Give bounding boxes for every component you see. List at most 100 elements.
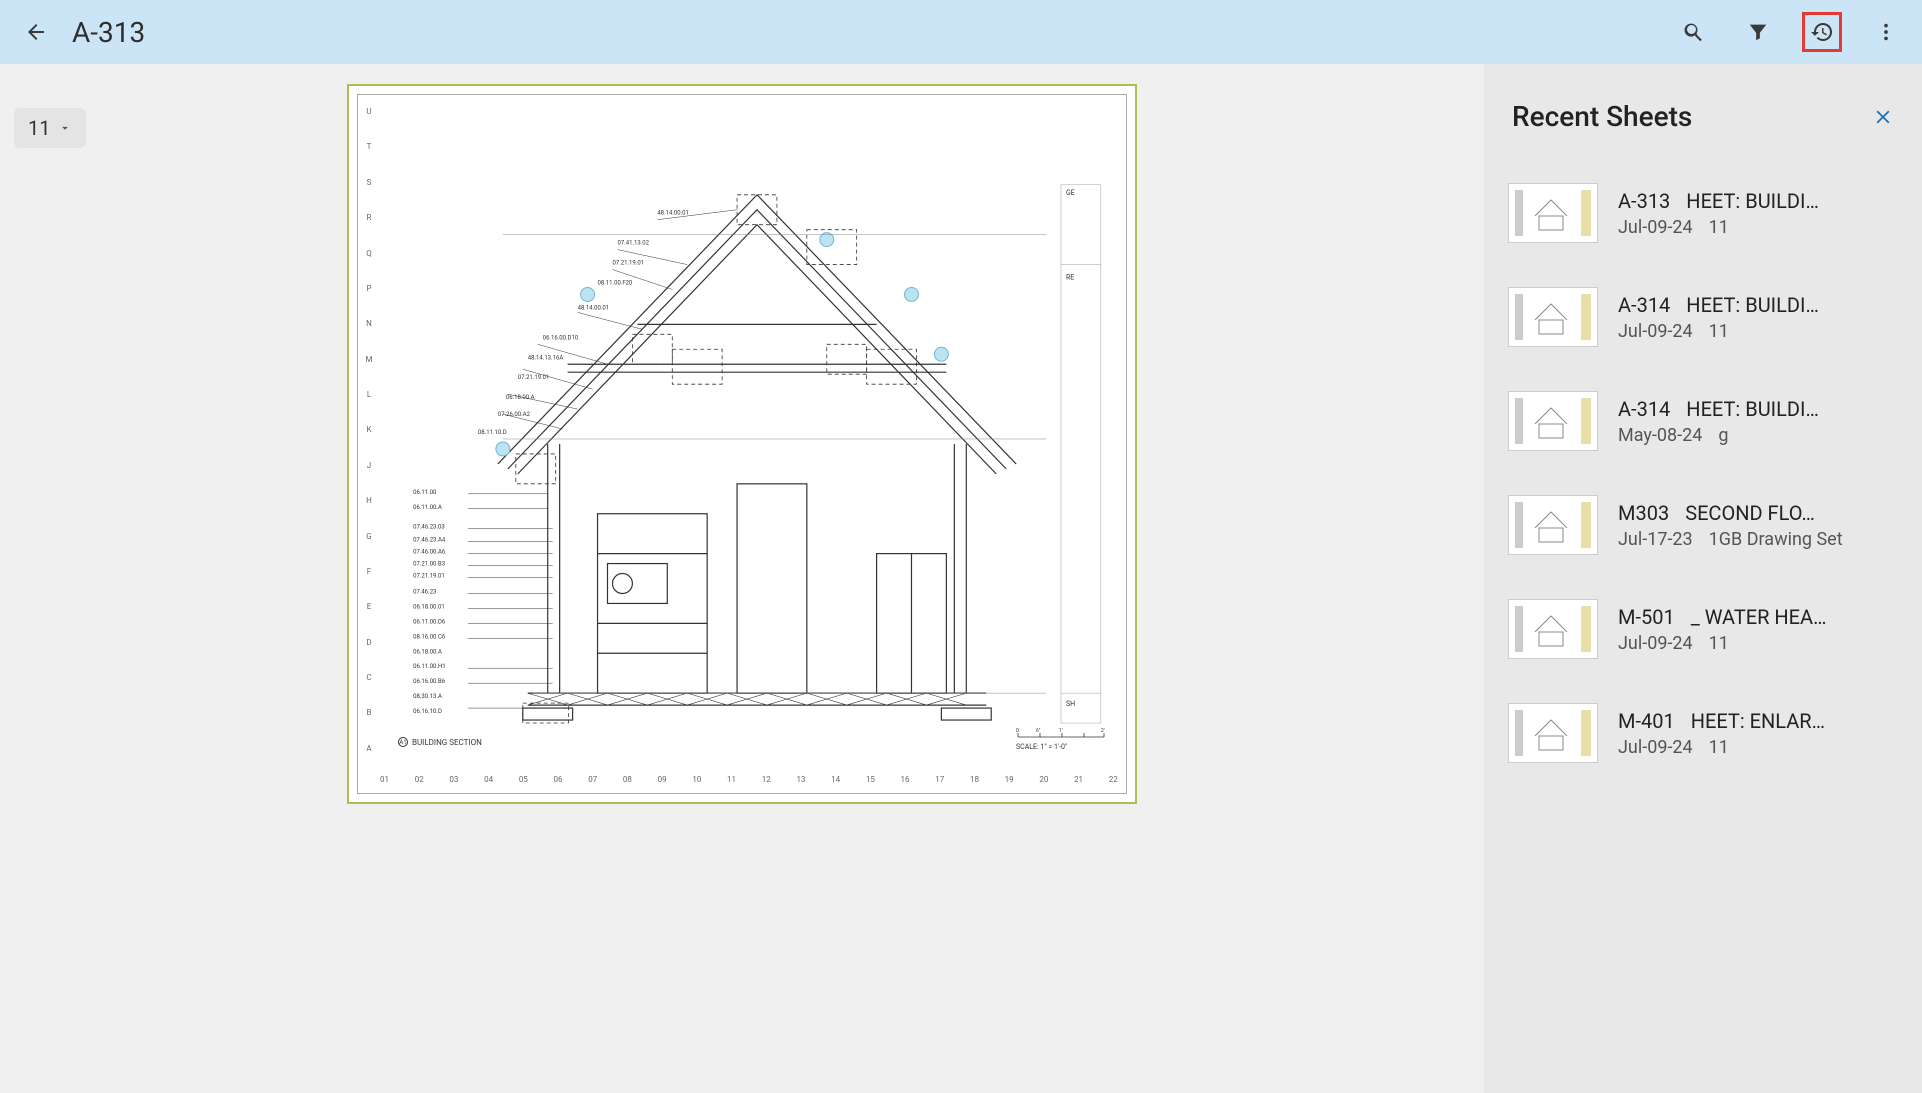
col-label: 15 xyxy=(866,775,875,789)
recent-item[interactable]: A-314HEET: BUILDI…Jul-09-2411 xyxy=(1500,265,1906,369)
sheet-name: HEET: BUILDI… xyxy=(1686,293,1819,317)
row-label: S xyxy=(362,178,376,187)
history-button[interactable] xyxy=(1802,12,1842,52)
page-title: A-313 xyxy=(72,16,1674,49)
col-label: 19 xyxy=(1005,775,1014,789)
sheet-date: Jul-09-24 xyxy=(1618,737,1693,758)
col-grid-labels: 0102030405060708091011121314151617181920… xyxy=(380,775,1118,789)
recent-item[interactable]: A-313HEET: BUILDI…Jul-09-2411 xyxy=(1500,161,1906,265)
right-tag: RE xyxy=(1066,274,1074,282)
row-label: U xyxy=(362,107,376,116)
col-label: 03 xyxy=(449,775,458,789)
recent-item[interactable]: M-501_ WATER HEA…Jul-09-2411 xyxy=(1500,577,1906,681)
col-label: 09 xyxy=(658,775,667,789)
drawing-canvas[interactable]: UTSRQPNMLKJHGFEDCBA 01020304050607080910… xyxy=(0,64,1484,1093)
col-label: 08 xyxy=(623,775,632,789)
row-label: N xyxy=(362,319,376,328)
recent-title: Recent Sheets xyxy=(1512,100,1692,133)
col-label: 11 xyxy=(727,775,736,789)
sheet-code: M-501 xyxy=(1618,605,1675,629)
recent-meta: M303SECOND FLO…Jul-17-231GB Drawing Set xyxy=(1618,501,1898,550)
recent-item[interactable]: M-401HEET: ENLAR…Jul-09-2411 xyxy=(1500,681,1906,785)
sheet-thumbnail xyxy=(1508,495,1598,555)
filter-icon xyxy=(1747,21,1769,43)
sheet-thumbnail xyxy=(1508,391,1598,451)
recent-item[interactable]: M303SECOND FLO…Jul-17-231GB Drawing Set xyxy=(1500,473,1906,577)
col-label: 05 xyxy=(519,775,528,789)
sheet-name: HEET: BUILDI… xyxy=(1686,397,1819,421)
sheet-code: A-313 xyxy=(1618,189,1670,213)
keynote-label: 07.21.19.01 xyxy=(612,260,644,267)
row-label: K xyxy=(362,425,376,434)
keynote-label: 48.14.00.01 xyxy=(657,210,689,217)
row-label: L xyxy=(362,390,376,399)
keynote-label: 48.14.13.16A xyxy=(528,354,564,361)
keynote-label: 06.16.00.D10 xyxy=(543,334,579,341)
sheet-name: HEET: BUILDI… xyxy=(1686,189,1819,213)
sheet-name: HEET: ENLAR… xyxy=(1691,709,1825,733)
version-current: 11 xyxy=(28,116,50,140)
keynote-label: 06.16.00.B6 xyxy=(413,678,446,685)
building-section-drawing: 48.14.00.01 07.41.13.02 07.21.19.01 08.11.0… xyxy=(408,135,1106,733)
keynote-label: 08.11.10.D xyxy=(478,429,507,436)
version-selector[interactable]: 11 xyxy=(14,108,86,148)
filter-button[interactable] xyxy=(1738,12,1778,52)
col-label: 02 xyxy=(415,775,424,789)
row-label: H xyxy=(362,496,376,505)
col-label: 13 xyxy=(796,775,805,789)
history-icon xyxy=(1810,20,1834,44)
recent-meta: A-313HEET: BUILDI…Jul-09-2411 xyxy=(1618,189,1898,238)
close-panel-button[interactable] xyxy=(1872,106,1894,128)
sheet-thumbnail xyxy=(1508,599,1598,659)
recent-meta: A-314HEET: BUILDI…May-08-24g xyxy=(1618,397,1898,446)
header-actions xyxy=(1674,12,1906,52)
more-button[interactable] xyxy=(1866,12,1906,52)
sheet-version: 11 xyxy=(1709,321,1729,342)
svg-text:1': 1' xyxy=(1059,728,1063,734)
keynote-label: 07.41.13.02 xyxy=(617,240,649,247)
keynote-label: 07.21.00.B3 xyxy=(413,561,445,568)
arrow-back-icon xyxy=(24,20,48,44)
keynote-label: 07.46.23.03 xyxy=(413,524,445,531)
recent-sheets-panel: Recent Sheets A-313 HEET: BUILDI… Jul-09-2… xyxy=(1484,64,1922,1093)
col-label: 01 xyxy=(380,775,389,789)
row-label: G xyxy=(362,532,376,541)
recent-meta: M-501_ WATER HEA…Jul-09-2411 xyxy=(1618,605,1898,654)
search-icon xyxy=(1682,20,1706,44)
recent-meta: A-314HEET: BUILDI…Jul-09-2411 xyxy=(1618,293,1898,342)
keynote-label: 07.46.23 xyxy=(413,588,436,595)
sheet-version: 11 xyxy=(1709,217,1729,238)
sheet-date: Jul-17-23 xyxy=(1618,529,1693,550)
app-header: A-313 xyxy=(0,0,1922,64)
recent-meta: M-401HEET: ENLAR…Jul-09-2411 xyxy=(1618,709,1898,758)
keynote-label: 07.21.19.01 xyxy=(518,374,550,381)
sheet-code: A-314 xyxy=(1618,397,1670,421)
row-label: D xyxy=(362,638,376,647)
row-label: J xyxy=(362,461,376,470)
keynote-label: 08.11.00.F20 xyxy=(598,280,634,287)
row-label: A xyxy=(362,744,376,753)
sheet-thumbnail xyxy=(1508,703,1598,763)
svg-text:6": 6" xyxy=(1036,728,1041,734)
keynote-label: 06.18.00.01 xyxy=(413,603,445,610)
col-label: 18 xyxy=(970,775,979,789)
svg-text:2': 2' xyxy=(1101,728,1105,734)
row-label: E xyxy=(362,602,376,611)
keynote-label: 06.11.00.D6 xyxy=(413,618,446,625)
col-label: 21 xyxy=(1074,775,1083,789)
recent-item[interactable]: A-314HEET: BUILDI…May-08-24g xyxy=(1500,369,1906,473)
col-label: 20 xyxy=(1039,775,1048,789)
back-button[interactable] xyxy=(16,12,56,52)
sheet-version: 11 xyxy=(1709,737,1729,758)
keynote-label: 06.18.00.A xyxy=(506,394,535,401)
row-label: Q xyxy=(362,249,376,258)
search-button[interactable] xyxy=(1674,12,1714,52)
row-label: T xyxy=(362,142,376,151)
right-tag: GE xyxy=(1066,189,1075,197)
keynote-label: 07.46.23.A4 xyxy=(413,537,446,544)
keynote-label: 08.30.13.A xyxy=(413,693,442,700)
svg-text:0: 0 xyxy=(1016,728,1019,734)
recent-header: Recent Sheets xyxy=(1484,64,1922,161)
keynote-label: 06.11.00.H1 xyxy=(413,663,445,670)
sheet-code: M303 xyxy=(1618,501,1669,525)
